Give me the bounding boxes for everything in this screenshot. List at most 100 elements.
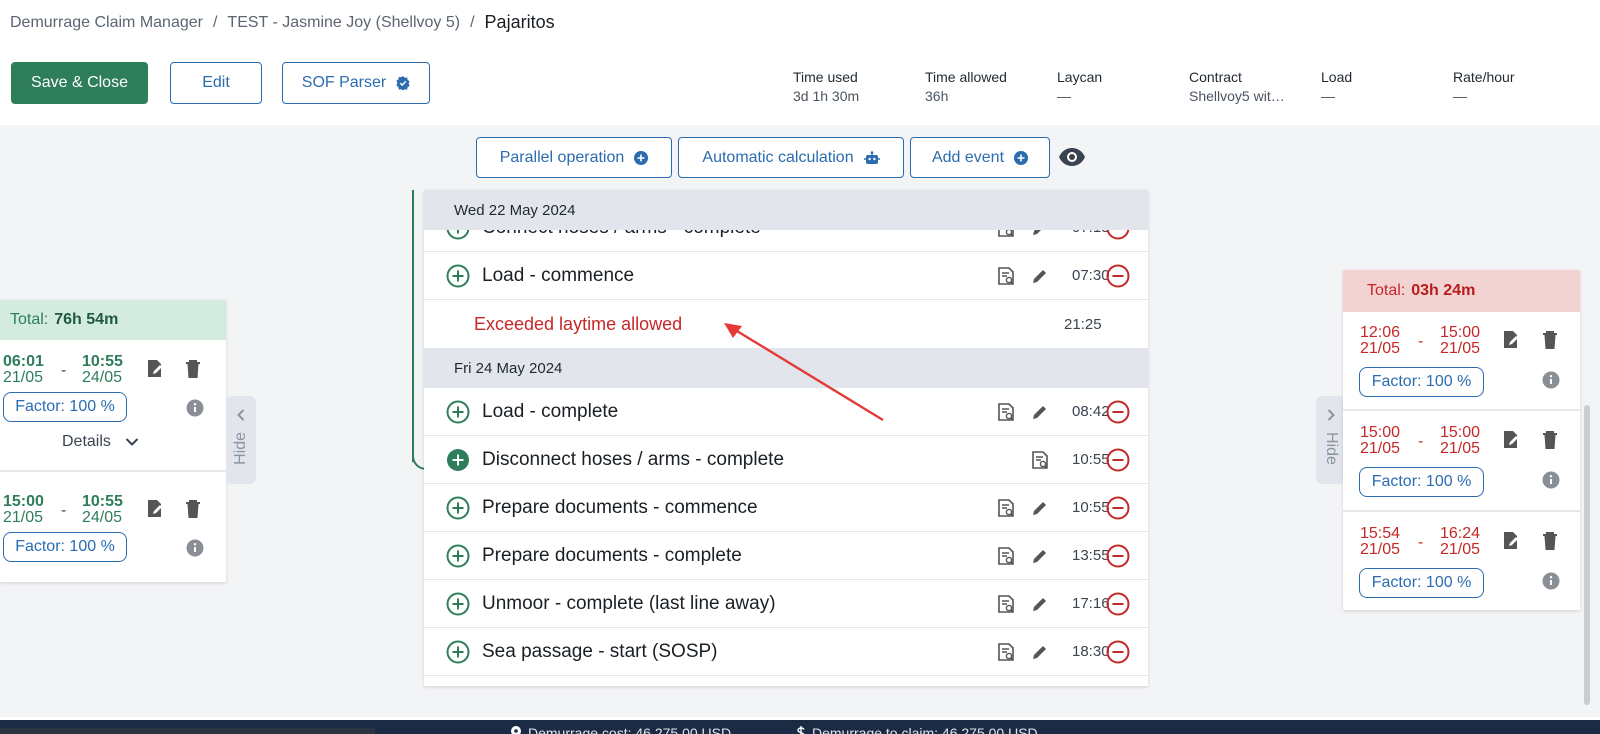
document-search-icon[interactable] — [996, 266, 1016, 286]
event-time: 10:55 — [1072, 499, 1110, 516]
edit-document-icon[interactable] — [1501, 330, 1521, 350]
add-event-label: Add event — [931, 148, 1005, 166]
trash-icon[interactable] — [1541, 430, 1559, 450]
event-row[interactable]: Unmoor - complete (last line away) 17:16 — [424, 580, 1148, 628]
period-start: 06:01 21/05 — [3, 353, 44, 386]
trash-icon[interactable] — [184, 359, 202, 379]
event-row[interactable]: Disconnect hoses / arms - complete 10:55 — [424, 436, 1148, 484]
chevron-right-icon — [1327, 409, 1335, 421]
event-timeline: Connect hoses / arms - complete 07:18 We… — [424, 190, 1148, 686]
pencil-icon[interactable] — [1030, 642, 1050, 662]
event-time: 18:30 — [1072, 643, 1110, 660]
add-circle-icon[interactable] — [446, 496, 470, 520]
trash-icon[interactable] — [1541, 330, 1559, 350]
factor-badge[interactable]: Factor: 100 % — [1359, 367, 1484, 397]
remove-circle-icon[interactable] — [1106, 592, 1130, 616]
info-icon[interactable] — [1542, 471, 1560, 489]
event-row[interactable]: Prepare documents - commence 10:55 — [424, 484, 1148, 532]
eye-icon[interactable] — [1058, 146, 1086, 168]
info-icon[interactable] — [1542, 572, 1560, 590]
sof-parser-button[interactable]: SOF Parser — [282, 62, 430, 104]
remove-circle-icon[interactable] — [1106, 400, 1130, 424]
automatic-calculation-button[interactable]: Automatic calculation — [678, 137, 904, 178]
remove-circle-icon[interactable] — [1106, 544, 1130, 568]
add-circle-icon[interactable] — [446, 544, 470, 568]
breadcrumb-separator: / — [470, 13, 475, 31]
day-header: Wed 22 May 2024 — [424, 190, 1148, 230]
chevron-left-icon — [237, 409, 245, 421]
pencil-icon[interactable] — [1030, 498, 1050, 518]
hide-label: Hide — [232, 432, 249, 465]
add-circle-filled-icon[interactable] — [446, 448, 470, 472]
remove-circle-icon[interactable] — [1106, 640, 1130, 664]
document-search-icon[interactable] — [996, 402, 1016, 422]
add-event-button[interactable]: Add event — [910, 137, 1050, 178]
edit-button[interactable]: Edit — [170, 62, 262, 104]
document-search-icon[interactable] — [996, 594, 1016, 614]
factor-badge[interactable]: Factor: 100 % — [1359, 467, 1484, 497]
info-icon[interactable] — [186, 399, 204, 417]
details-toggle[interactable]: Details — [62, 433, 139, 451]
scrollbar-thumb[interactable] — [1584, 405, 1590, 705]
trash-icon[interactable] — [1541, 531, 1559, 551]
annotation-arrow — [724, 323, 884, 422]
document-search-icon[interactable] — [996, 498, 1016, 518]
pencil-icon[interactable] — [1030, 266, 1050, 286]
event-time: 13:55 — [1072, 547, 1110, 564]
event-row[interactable]: Load - commence 07:30 — [424, 252, 1148, 300]
event-time: 17:16 — [1072, 595, 1110, 612]
period-end: 15:00 21/05 — [1440, 424, 1481, 457]
edit-document-icon[interactable] — [1501, 430, 1521, 450]
remove-circle-icon[interactable] — [1106, 496, 1130, 520]
info-icon[interactable] — [186, 539, 204, 557]
verified-badge-icon — [396, 76, 410, 90]
event-label: Disconnect hoses / arms - complete — [482, 448, 785, 470]
parallel-operation-button[interactable]: Parallel operation — [476, 137, 672, 178]
hide-right-panel-tab[interactable]: Hide — [1316, 396, 1346, 484]
chevron-down-icon — [125, 438, 139, 446]
hide-left-panel-tab[interactable]: Hide — [226, 396, 256, 484]
factor-badge[interactable]: Factor: 100 % — [1359, 568, 1484, 598]
total-value: 76h 54m — [54, 311, 119, 328]
stat-rate-hour: Rate/hour — — [1453, 69, 1515, 104]
range-dash: - — [1418, 433, 1424, 450]
remove-circle-icon[interactable] — [1106, 448, 1130, 472]
document-search-icon[interactable] — [996, 642, 1016, 662]
period-start: 15:00 21/05 — [3, 493, 44, 526]
factor-badge[interactable]: Factor: 100 % — [3, 532, 127, 562]
remove-circle-icon[interactable] — [1106, 264, 1130, 288]
document-search-icon[interactable] — [1030, 450, 1050, 470]
sof-parser-label: SOF Parser — [301, 74, 387, 91]
breadcrumb-item-voyage[interactable]: TEST - Jasmine Joy (Shellvoy 5) — [227, 14, 460, 32]
plus-circle-icon — [634, 150, 649, 165]
save-close-button[interactable]: Save & Close — [11, 62, 148, 104]
stat-contract: Contract Shellvoy5 wit… — [1189, 69, 1285, 104]
add-circle-icon[interactable] — [446, 400, 470, 424]
add-circle-icon[interactable] — [446, 592, 470, 616]
range-dash: - — [1418, 534, 1424, 551]
timeline-connector-line — [412, 190, 414, 462]
event-label: Load - complete — [482, 400, 619, 422]
range-dash: - — [61, 502, 67, 519]
total-bar: Total: 76h 54m — [0, 300, 226, 340]
scrollbar-track[interactable] — [1580, 125, 1600, 717]
document-search-icon[interactable] — [996, 546, 1016, 566]
pencil-icon[interactable] — [1030, 594, 1050, 614]
event-time: 10:55 — [1072, 451, 1110, 468]
pencil-icon[interactable] — [1030, 546, 1050, 566]
edit-document-icon[interactable] — [145, 499, 165, 519]
event-time: 07:30 — [1072, 267, 1110, 284]
edit-document-icon[interactable] — [145, 359, 165, 379]
info-icon[interactable] — [1542, 371, 1560, 389]
breadcrumb: Demurrage Claim Manager / TEST - Jasmine… — [10, 12, 555, 33]
factor-badge[interactable]: Factor: 100 % — [3, 392, 127, 422]
add-circle-icon[interactable] — [446, 640, 470, 664]
pencil-icon[interactable] — [1030, 402, 1050, 422]
edit-document-icon[interactable] — [1501, 531, 1521, 551]
event-row[interactable]: Prepare documents - complete 13:55 — [424, 532, 1148, 580]
trash-icon[interactable] — [184, 499, 202, 519]
page-title: Pajaritos — [484, 12, 555, 32]
add-circle-icon[interactable] — [446, 264, 470, 288]
event-row[interactable]: Sea passage - start (SOSP) 18:30 — [424, 628, 1148, 676]
breadcrumb-item-claim-manager[interactable]: Demurrage Claim Manager — [10, 14, 203, 32]
